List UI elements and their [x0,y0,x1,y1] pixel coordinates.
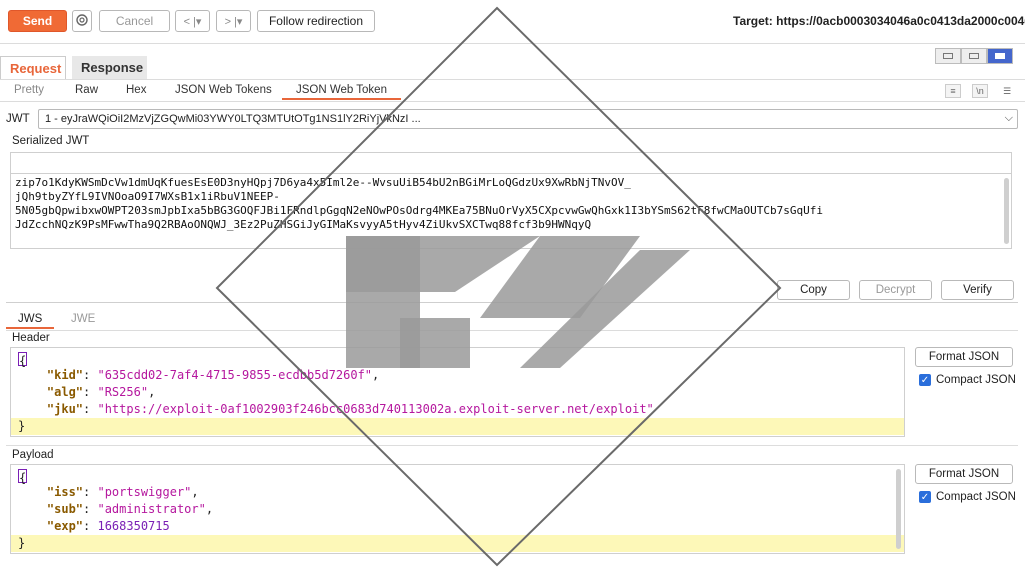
serialized-jwt-overflow [10,152,1012,174]
alg-key: "alg" [46,385,84,399]
divider [0,43,1025,44]
subtab-hex[interactable]: Hex [126,84,146,100]
header-compact-json-checkbox[interactable]: ✓ Compact JSON [919,374,1016,386]
divider [6,330,1018,331]
newline-icon[interactable]: \n [972,84,988,98]
follow-redirection-button[interactable]: Follow redirection [257,10,375,32]
layout-split-vertical-button[interactable] [961,48,987,64]
brace-open: { [18,468,28,485]
serialized-jwt-title: Serialized JWT [12,135,90,147]
jku-key: "jku" [46,402,84,416]
jwt-line: JdZcchNQzK9PsMFwwTha9Q2RBAoONQWJ_3Ez2PuZ… [15,218,592,231]
layout-tabs-button[interactable] [987,48,1013,64]
subtab-json-web-token[interactable]: JSON Web Token [282,84,401,100]
tab-jwe[interactable]: JWE [71,313,95,329]
exp-value: 1668350715 [97,519,170,533]
jwt-line: jQh9tbyZYfL9IVNOoaO9I7WXsB1x1iRbuV1NEEP- [15,190,280,203]
payload-json-editor[interactable]: { "iss": "portswigger", "sub": "administ… [10,464,905,554]
gear-icon [75,13,89,30]
divider [0,79,1025,80]
layout-toggle [935,48,1013,64]
forward-button[interactable]: > |▾ [216,10,251,32]
jku-value: "https://exploit-0af1002903f246bcc0683d7… [97,402,654,416]
iss-value: "portswigger" [97,485,192,499]
send-button[interactable]: Send [8,10,67,32]
sub-value: "administrator" [97,502,206,516]
chevron-down-icon: ⌵ [1004,112,1013,124]
layout-split-horizontal-button[interactable] [935,48,961,64]
jwt-line: 5N05gbQpwibxwOWPT203smJpbIxa5bBG3GOQFJBi… [15,204,823,217]
columns-icon [943,53,953,59]
jwt-select[interactable]: 1 - eyJraWQiOiI2MzVjZGQwMi03YWY0LTQ3MTUt… [38,109,1018,129]
toolbar: Send Cancel < |▾ > |▾ Follow redirection… [0,0,1025,44]
sub-key: "sub" [46,502,84,516]
exp-key: "exp" [46,519,84,533]
brace-open: { [18,351,28,368]
subtab-raw[interactable]: Raw [75,84,98,100]
payload-format-json-button[interactable]: Format JSON [915,464,1013,484]
checkmark-icon: ✓ [919,374,931,386]
checkmark-icon: ✓ [919,491,931,503]
target-url: Target: https://0acb0003034046a0c0413da2… [733,14,1025,28]
header-format-json-button[interactable]: Format JSON [915,347,1013,367]
settings-button[interactable] [72,10,92,32]
jwt-label: JWT [6,113,30,125]
verify-button[interactable]: Verify [941,280,1014,300]
tabs-icon [995,53,1005,59]
decrypt-button[interactable]: Decrypt [859,280,932,300]
scrollbar[interactable] [896,469,901,549]
back-button[interactable]: < |▾ [175,10,210,32]
iss-key: "iss" [46,485,84,499]
cancel-button[interactable]: Cancel [99,10,170,32]
brace-close: } [11,535,904,552]
payload-compact-json-checkbox[interactable]: ✓ Compact JSON [919,491,1016,503]
compact-json-label: Compact JSON [936,491,1016,503]
payload-title: Payload [12,449,54,461]
kid-value: "635cdd02-7af4-4715-9855-ecdbb5d7260f" [97,368,373,382]
scrollbar[interactable] [1004,178,1009,244]
copy-button[interactable]: Copy [777,280,850,300]
tab-request[interactable]: Request [0,56,66,79]
jwt-select-value: 1 - eyJraWQiOiI2MzVjZGQwMi03YWY0LTQ3MTUt… [45,113,421,125]
header-json-editor[interactable]: { "kid": "635cdd02-7af4-4715-9855-ecdbb5… [10,347,905,437]
tab-jws[interactable]: JWS [6,313,55,329]
subtab-json-web-tokens[interactable]: JSON Web Tokens [175,84,272,100]
brace-close: } [11,418,904,435]
serialized-jwt-text[interactable]: zip7o1KdyKWSmDcVw1dmUqKfuesEsE0D3nyHQpj7… [10,173,1012,249]
divider [0,101,1025,102]
tab-response[interactable]: Response [72,56,147,79]
subtab-pretty[interactable]: Pretty [14,84,44,100]
menu-icon[interactable]: ☰ [999,84,1015,98]
alg-value: "RS256" [97,385,149,399]
kid-key: "kid" [46,368,84,382]
compact-json-label: Compact JSON [936,374,1016,386]
rows-icon [969,53,979,59]
jwt-line: zip7o1KdyKWSmDcVw1dmUqKfuesEsE0D3nyHQpj7… [15,176,631,189]
wrap-lines-icon[interactable]: ≡ [945,84,961,98]
